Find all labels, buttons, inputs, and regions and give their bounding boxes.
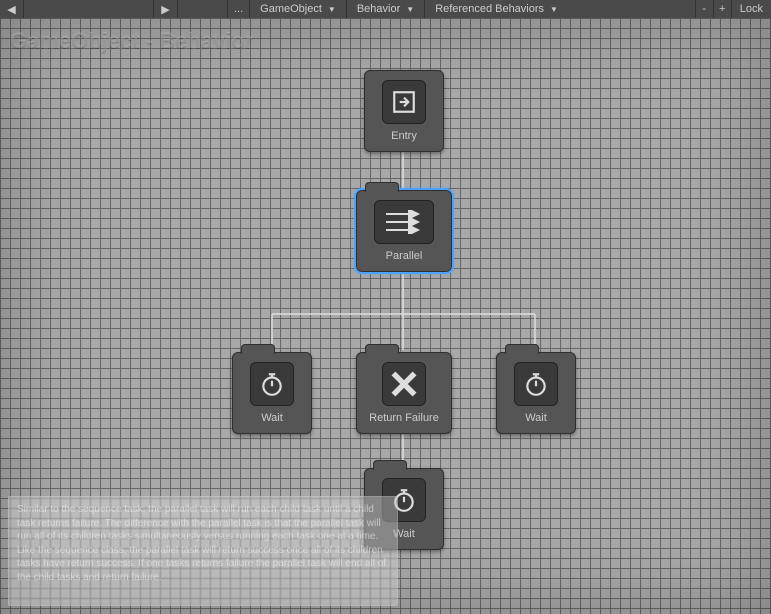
- parallel-icon: [374, 200, 434, 244]
- nav-forward-button[interactable]: ▶: [154, 0, 178, 18]
- toolbar: ◀ ▶ ... GameObject ▼ Behavior ▼ Referenc…: [0, 0, 771, 18]
- node-wait-2[interactable]: Wait: [496, 352, 576, 434]
- caret-down-icon: ▼: [328, 5, 336, 14]
- referenced-behaviors-dropdown[interactable]: Referenced Behaviors ▼: [425, 0, 696, 18]
- lock-button[interactable]: Lock: [732, 3, 771, 15]
- behavior-dropdown[interactable]: Behavior ▼: [347, 0, 425, 18]
- nav-back-button[interactable]: ◀: [0, 0, 24, 18]
- stopwatch-icon: [514, 362, 558, 406]
- graph-canvas[interactable]: GameObject - Behavior Entry Parallel: [0, 18, 771, 614]
- gameobject-dropdown[interactable]: GameObject ▼: [250, 0, 347, 18]
- node-label: Return Failure: [369, 412, 439, 424]
- node-label: Wait: [261, 412, 283, 424]
- node-label: Entry: [391, 130, 417, 142]
- caret-down-icon: ▼: [550, 5, 558, 14]
- node-entry[interactable]: Entry: [364, 70, 444, 152]
- canvas-breadcrumb: GameObject - Behavior: [10, 28, 253, 54]
- node-label: Parallel: [386, 250, 423, 262]
- node-label: Wait: [525, 412, 547, 424]
- toolbar-ellipsis[interactable]: ...: [228, 0, 250, 18]
- stopwatch-icon: [250, 362, 294, 406]
- triangle-right-icon: ▶: [161, 3, 169, 16]
- plus-button[interactable]: +: [714, 0, 732, 18]
- x-icon: [382, 362, 426, 406]
- gameobject-label: GameObject: [260, 3, 322, 15]
- caret-down-icon: ▼: [406, 5, 414, 14]
- behavior-label: Behavior: [357, 3, 400, 15]
- entry-icon: [382, 80, 426, 124]
- referenced-label: Referenced Behaviors: [435, 3, 544, 15]
- minus-button[interactable]: -: [696, 0, 714, 18]
- node-return-failure[interactable]: Return Failure: [356, 352, 452, 434]
- node-parallel[interactable]: Parallel: [356, 190, 452, 272]
- node-wait-1[interactable]: Wait: [232, 352, 312, 434]
- triangle-left-icon: ◀: [7, 3, 15, 16]
- tooltip-panel: Similar to the sequence task, the parall…: [8, 496, 398, 606]
